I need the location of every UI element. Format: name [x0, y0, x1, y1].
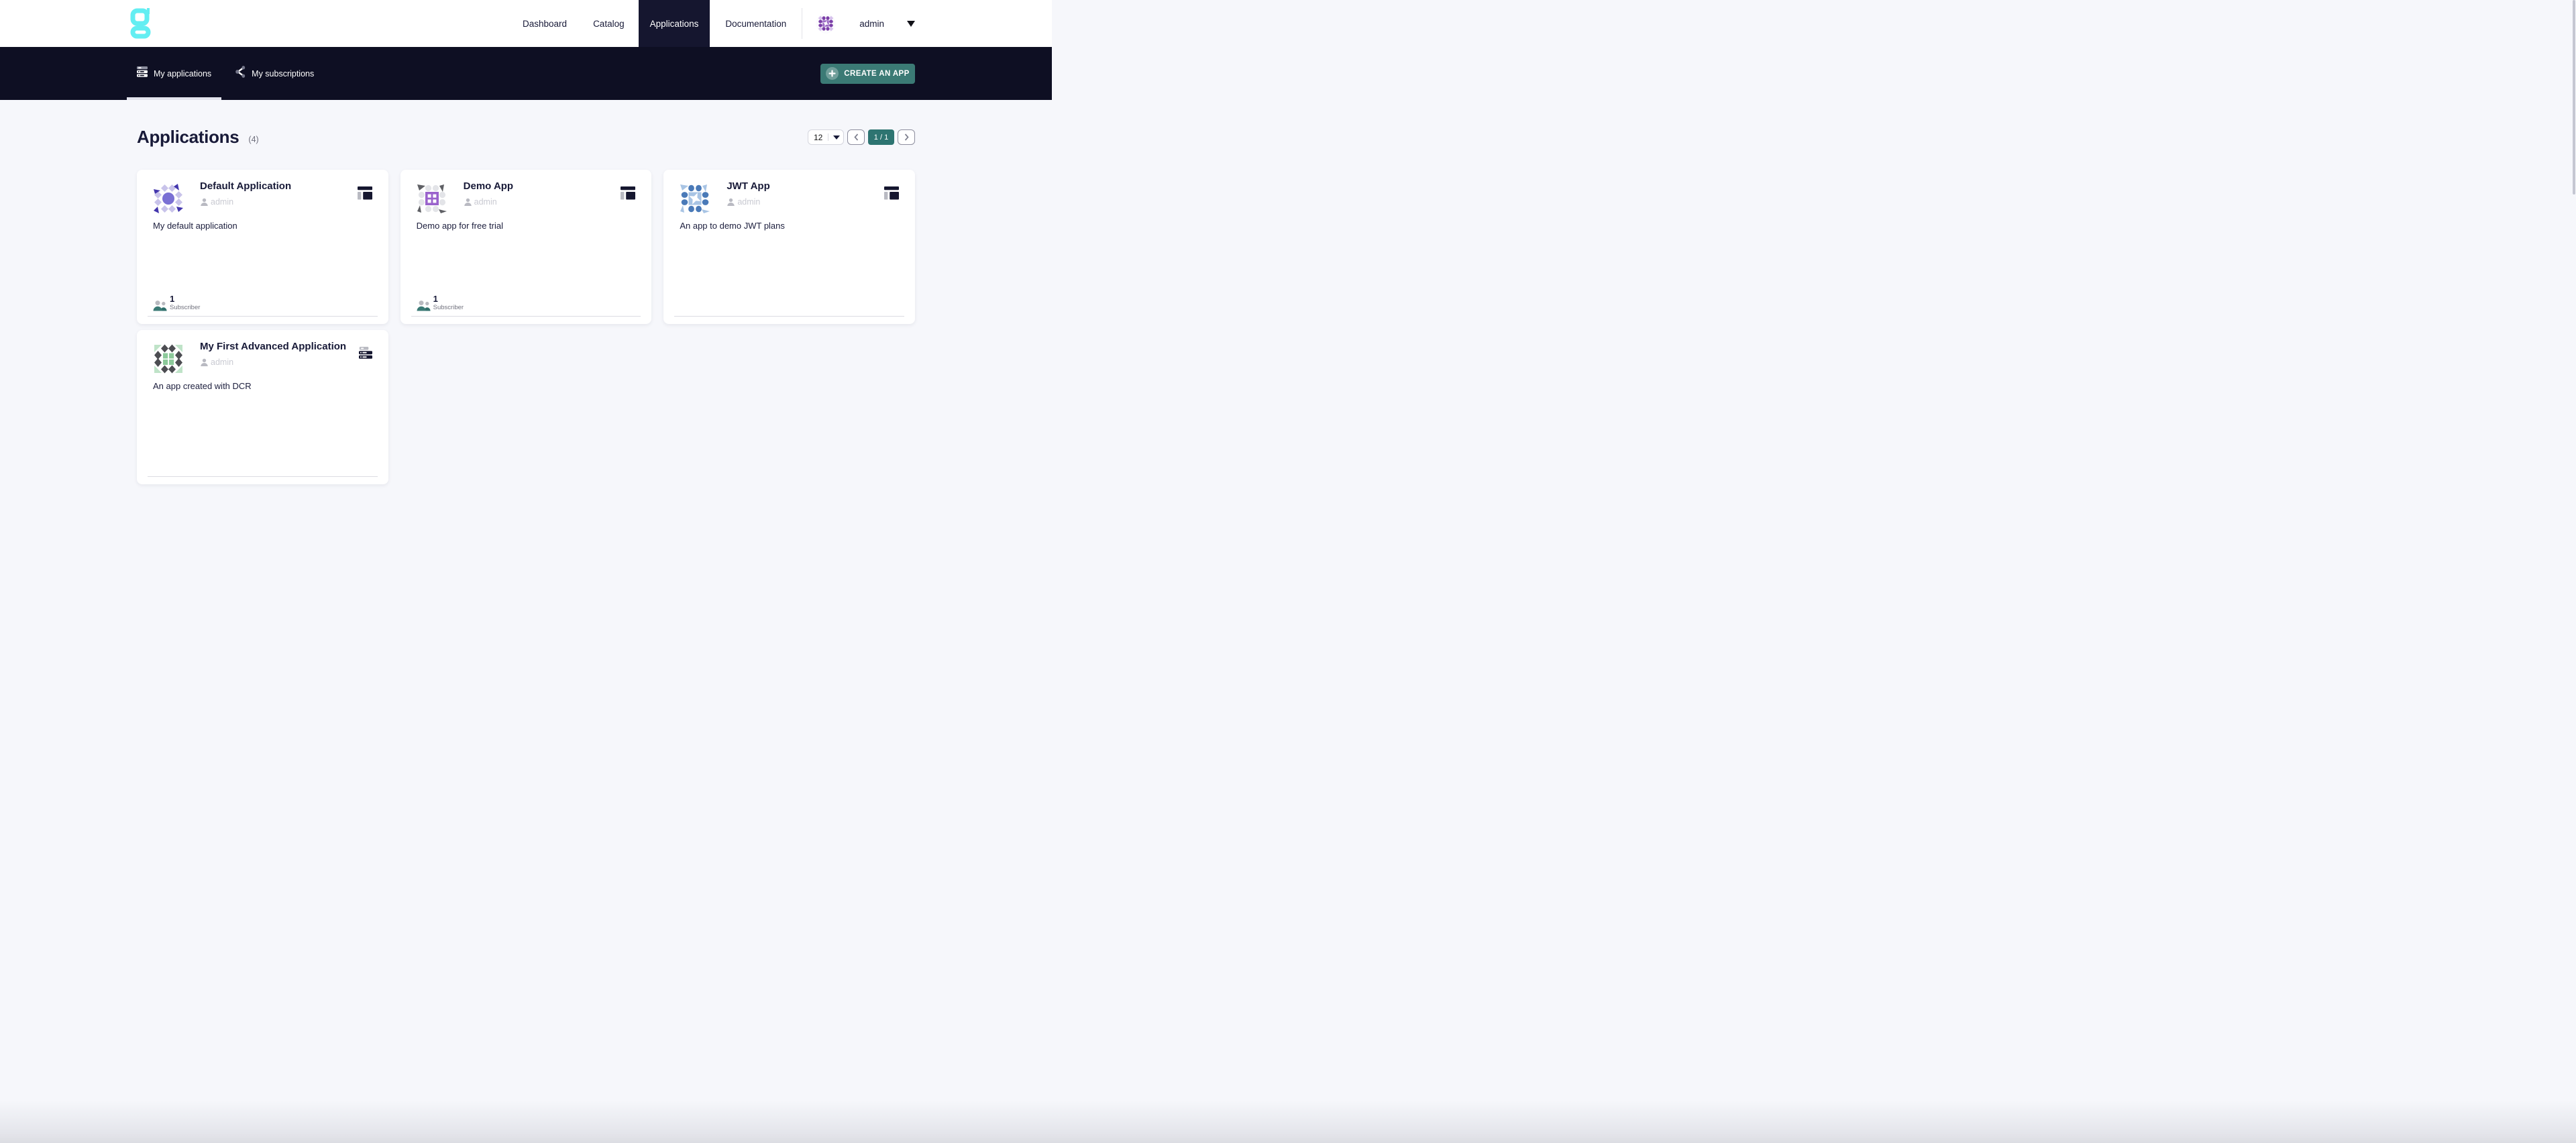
subscribers-metric: 1 Subscriber: [153, 294, 372, 311]
applications-sub-bar: My applications My subscriptions: [0, 47, 1052, 100]
application-type-icon: [359, 347, 372, 359]
application-type-icon: [358, 186, 372, 200]
chevron-right-icon: [904, 133, 909, 141]
caret-down-icon[interactable]: [907, 21, 915, 27]
application-owner: admin: [211, 358, 233, 367]
create-an-app-button[interactable]: CREATE AN APP: [820, 64, 915, 84]
subscriber-count: 1: [170, 294, 200, 304]
page-size-select[interactable]: 12: [808, 129, 844, 145]
top-bar: Dashboard Catalog Applications Documentatio…: [0, 0, 1052, 47]
application-card[interactable]: Default Application admin My default app…: [137, 170, 388, 324]
application-card[interactable]: My First Advanced Application admin: [137, 330, 388, 484]
share-icon: [235, 66, 246, 81]
tab-my-subscriptions[interactable]: My subscriptions: [225, 47, 324, 100]
subscribers-group-icon: [417, 301, 431, 311]
gravitee-logo-icon[interactable]: [129, 7, 152, 40]
nav-item-dashboard[interactable]: Dashboard: [523, 0, 567, 47]
application-description: An app created with DCR: [153, 381, 372, 391]
tab-label: My subscriptions: [252, 69, 314, 78]
application-title: My First Advanced Application: [200, 341, 346, 352]
nav-item-catalog[interactable]: Catalog: [593, 0, 625, 47]
applications-count: (4): [248, 135, 258, 144]
application-identicon: [153, 343, 184, 374]
application-identicon: [153, 183, 184, 214]
application-card[interactable]: JWT App admin An app to demo JWT plans: [663, 170, 915, 324]
subscriber-label: Subscriber: [433, 305, 464, 311]
application-title: JWT App: [727, 180, 769, 192]
card-divider: [674, 316, 904, 317]
application-title: Demo App: [464, 180, 513, 192]
card-divider: [148, 476, 378, 477]
application-description: My default application: [153, 221, 372, 231]
top-nav: Dashboard Catalog Applications Documentatio…: [523, 0, 786, 47]
caret-down-icon: [833, 135, 840, 140]
nav-item-applications[interactable]: Applications: [639, 0, 710, 47]
application-owner: admin: [737, 197, 760, 207]
card-divider: [411, 316, 641, 317]
page-bottom-fade: [0, 1100, 2576, 1143]
tab-my-applications[interactable]: My applications: [127, 47, 221, 100]
user-identicon-avatar[interactable]: [816, 13, 836, 34]
scrollbar-thumb[interactable]: [2573, 0, 2575, 195]
application-title: Default Application: [200, 180, 291, 192]
previous-page-button[interactable]: [847, 129, 865, 145]
card-divider: [148, 316, 378, 317]
application-owner: admin: [474, 197, 497, 207]
user-icon: [200, 198, 209, 207]
application-identicon: [680, 183, 710, 214]
current-page-indicator: 1 / 1: [868, 129, 894, 145]
chevron-left-icon: [854, 133, 859, 141]
pagination: 12 1 / 1: [808, 129, 915, 145]
plus-circle-icon: [826, 67, 839, 80]
main-content: Applications (4) 12 1 / 1: [0, 100, 1052, 484]
application-card[interactable]: Demo App admin Demo app for free trial: [400, 170, 652, 324]
user-icon: [727, 198, 735, 207]
subscriber-count: 1: [433, 294, 464, 304]
application-type-icon: [884, 186, 899, 200]
next-page-button[interactable]: [898, 129, 915, 145]
tab-label: My applications: [154, 69, 211, 78]
user-name[interactable]: admin: [859, 19, 884, 29]
create-an-app-label: CREATE AN APP: [844, 70, 909, 78]
subscribers-metric: 1 Subscriber: [417, 294, 636, 311]
application-type-icon: [621, 186, 635, 200]
subscribers-group-icon: [153, 301, 168, 311]
user-icon: [464, 198, 472, 207]
stack-icon: [137, 66, 148, 80]
nav-item-documentation[interactable]: Documentation: [725, 0, 786, 47]
subscriber-label: Subscriber: [170, 305, 200, 311]
page-size-value: 12: [814, 133, 822, 142]
application-description: An app to demo JWT plans: [680, 221, 899, 231]
application-owner: admin: [211, 197, 233, 207]
user-icon: [200, 358, 209, 367]
applications-grid: Default Application admin My default app…: [137, 170, 915, 484]
application-identicon: [417, 183, 447, 214]
page-title: Applications: [137, 127, 239, 148]
application-description: Demo app for free trial: [417, 221, 636, 231]
